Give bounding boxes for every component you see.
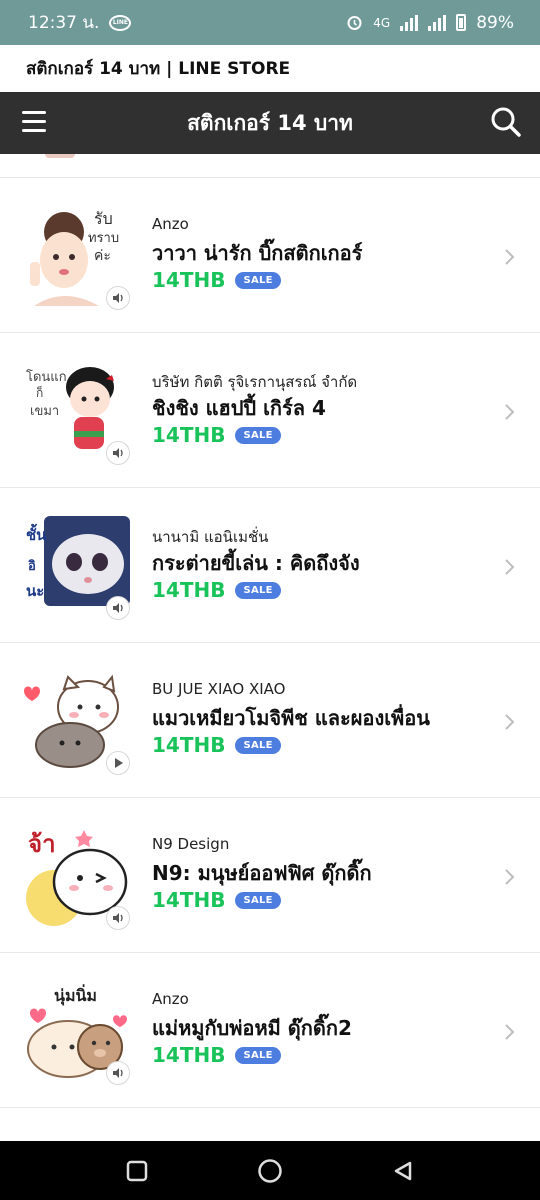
sale-badge: SALE (235, 1046, 281, 1064)
menu-icon[interactable] (22, 111, 46, 133)
price-row: 14THB SALE (152, 268, 281, 292)
svg-text:ค่ะ: ค่ะ (94, 248, 111, 264)
sticker-name: แม่หมูกับพ่อหมี ดุ๊กดิ๊ก2 (152, 1016, 352, 1040)
back-button[interactable] (383, 1151, 423, 1191)
list-item[interactable]: จ้า N9 Design N9: มนุษย์ออฟฟิศ ดุ๊กดิ๊ก … (0, 798, 540, 953)
page-title: สติกเกอร์ 14 บาท | LINE STORE (0, 45, 540, 92)
sticker-price: 14THB (152, 1043, 226, 1067)
list-item[interactable]: รับ ทราบ ค่ะ Anzo วาวา น่ารัก บิ๊กสติกเก… (0, 178, 540, 333)
sticker-price: 14THB (152, 733, 226, 757)
sticker-author: BU JUE XIAO XIAO (152, 680, 286, 698)
signal-icon (400, 14, 419, 31)
header-title: สติกเกอร์ 14 บาท (187, 110, 353, 135)
svg-text:จ้า: จ้า (28, 830, 56, 858)
price-row: 14THB SALE (152, 1043, 281, 1067)
price-row: 14THB SALE (152, 578, 281, 602)
list-item[interactable]: ชั้น อิ นะ นานามิ แอนิเมชั่น กระต่ายขี้เ… (0, 488, 540, 643)
search-icon[interactable] (490, 106, 522, 138)
svg-text:อิ: อิ (28, 559, 36, 574)
sale-badge: SALE (235, 581, 281, 599)
sound-icon (106, 596, 130, 620)
list-item[interactable]: โดนแก ก็ เขมา บริษัท กิตติ รุจิเรกานุสรณ… (0, 333, 540, 488)
list-item-partial (0, 154, 540, 178)
svg-text:นะ: นะ (26, 582, 44, 600)
status-bar: 12:37 น. LINE 4G 89% (0, 0, 540, 45)
battery-icon (456, 14, 467, 31)
chevron-right-icon (505, 869, 515, 885)
sticker-price: 14THB (152, 578, 226, 602)
home-button[interactable] (250, 1151, 290, 1191)
play-icon (106, 751, 130, 775)
sticker-author: บริษัท กิตติ รุจิเรกานุสรณ์ จำกัด (152, 373, 358, 391)
sticker-name: วาวา น่ารัก บิ๊กสติกเกอร์ (152, 241, 363, 265)
list-item[interactable]: นุ่มนิ่ม Anzo แม่หมูกับพ่อหมี ดุ๊กดิ๊ก2 … (0, 953, 540, 1108)
svg-text:นุ่มนิ่ม: นุ่มนิ่ม (54, 984, 97, 1006)
network-type: 4G (373, 15, 391, 30)
svg-text:ชั้น: ชั้น (26, 523, 47, 544)
sound-icon (106, 286, 130, 310)
line-notification-icon: LINE (109, 14, 132, 31)
sale-badge: SALE (235, 891, 281, 909)
list-item[interactable]: BU JUE XIAO XIAO แมวเหมียวโมจิพีช และผอง… (0, 643, 540, 798)
recent-apps-button[interactable] (117, 1151, 157, 1191)
sticker-author: N9 Design (152, 835, 230, 853)
svg-text:เขมา: เขมา (30, 404, 59, 419)
status-left: 12:37 น. LINE (28, 9, 132, 36)
list-item-partial (0, 1108, 540, 1141)
sound-icon (106, 1061, 130, 1085)
status-right: 4G 89% (346, 13, 514, 33)
price-row: 14THB SALE (152, 423, 281, 447)
svg-text:รับ: รับ (94, 209, 113, 228)
chevron-right-icon (505, 404, 515, 420)
sticker-name: N9: มนุษย์ออฟฟิศ ดุ๊กดิ๊ก (152, 861, 372, 885)
sticker-name: แมวเหมียวโมจิพีช และผองเพื่อน (152, 706, 430, 730)
price-row: 14THB SALE (152, 733, 281, 757)
app-header: สติกเกอร์ 14 บาท (0, 92, 540, 154)
signal-icon-2 (428, 14, 447, 31)
svg-text:โดนแก: โดนแก (26, 369, 67, 385)
system-nav-bar (0, 1141, 540, 1200)
sticker-author: Anzo (152, 990, 189, 1008)
alarm-icon (347, 16, 362, 30)
sticker-name: ชิงชิง แฮปปี้ เกิร์ล 4 (152, 396, 326, 420)
sticker-price: 14THB (152, 268, 226, 292)
chevron-right-icon (505, 559, 515, 575)
sound-icon (106, 906, 130, 930)
svg-text:ทราบ: ทราบ (88, 231, 119, 246)
sticker-list: รับ ทราบ ค่ะ Anzo วาวา น่ารัก บิ๊กสติกเก… (0, 154, 540, 1141)
sticker-name: กระต่ายขี้เล่น : คิดถึงจัง (152, 551, 360, 575)
status-time: 12:37 น. (28, 13, 100, 33)
battery-level: 89% (476, 12, 514, 33)
sticker-author: นานามิ แอนิเมชั่น (152, 528, 269, 546)
sale-badge: SALE (235, 736, 281, 754)
chevron-right-icon (505, 249, 515, 265)
svg-text:ก็: ก็ (36, 385, 43, 400)
price-row: 14THB SALE (152, 888, 281, 912)
sale-badge: SALE (235, 426, 281, 444)
sticker-price: 14THB (152, 423, 226, 447)
sticker-price: 14THB (152, 888, 226, 912)
chevron-right-icon (505, 1024, 515, 1040)
chevron-right-icon (505, 714, 515, 730)
sound-icon (106, 441, 130, 465)
sale-badge: SALE (235, 271, 281, 289)
sticker-author: Anzo (152, 215, 189, 233)
